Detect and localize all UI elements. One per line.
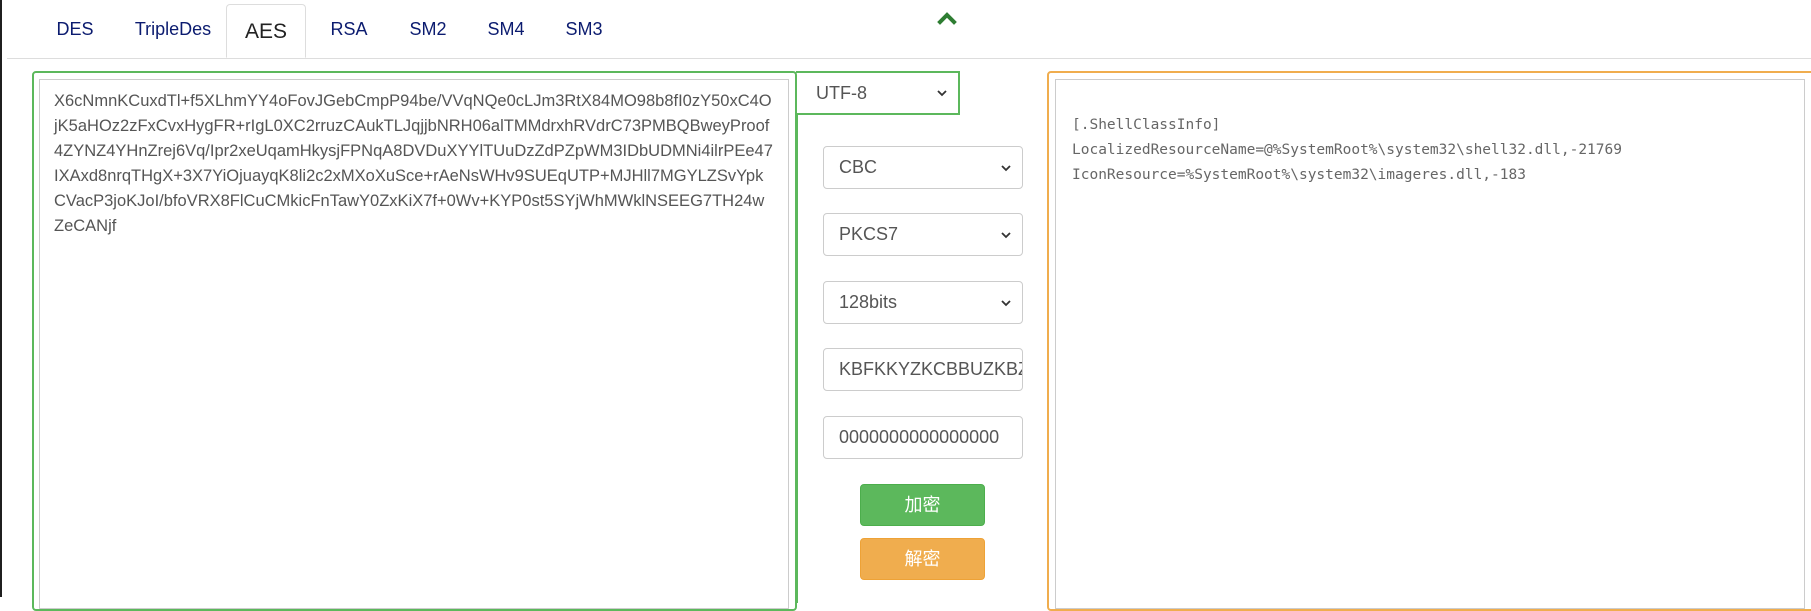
encrypt-button[interactable]: 加密 [860, 484, 985, 526]
key-size-select[interactable]: 128bits [823, 281, 1023, 324]
tab-sm4[interactable]: SM4 [476, 9, 536, 49]
plaintext-output[interactable]: [.ShellClassInfo] LocalizedResourceName=… [1055, 79, 1805, 609]
mode-value: CBC [839, 157, 878, 177]
key-input[interactable]: KBFKKYZKCBBUZKBZ [823, 348, 1023, 391]
settings-panel-border [796, 113, 798, 603]
encoding-top-border [796, 71, 960, 73]
tab-tripledes[interactable]: TripleDes [120, 9, 226, 49]
decrypt-button[interactable]: 解密 [860, 538, 985, 580]
chevron-down-icon [1001, 232, 1011, 239]
chevron-up-icon[interactable] [937, 10, 957, 26]
padding-value: PKCS7 [839, 224, 899, 244]
tab-des[interactable]: DES [42, 9, 108, 49]
tab-sm3[interactable]: SM3 [554, 9, 614, 49]
mode-select[interactable]: CBC [823, 146, 1023, 189]
algorithm-tabs: DES TripleDes AES RSA SM2 SM4 SM3 [7, 0, 1811, 59]
ciphertext-input[interactable]: X6cNmnKCuxdTl+f5XLhmYY4oFovJGebCmpP94be/… [39, 79, 789, 609]
tab-aes[interactable]: AES [226, 4, 306, 58]
tab-sm2[interactable]: SM2 [398, 9, 458, 49]
chevron-down-icon [937, 90, 947, 97]
encoding-right-border [958, 73, 960, 115]
window-edge [0, 0, 2, 597]
tab-rsa[interactable]: RSA [320, 9, 378, 49]
iv-input[interactable]: 0000000000000000 [823, 416, 1023, 459]
chevron-down-icon [1001, 165, 1011, 172]
encoding-value: UTF-8 [816, 83, 867, 103]
key-size-value: 128bits [839, 292, 898, 312]
encoding-select[interactable]: UTF-8 [798, 73, 958, 113]
chevron-down-icon [1001, 300, 1011, 307]
encoding-underline [798, 113, 960, 115]
padding-select[interactable]: PKCS7 [823, 213, 1023, 256]
